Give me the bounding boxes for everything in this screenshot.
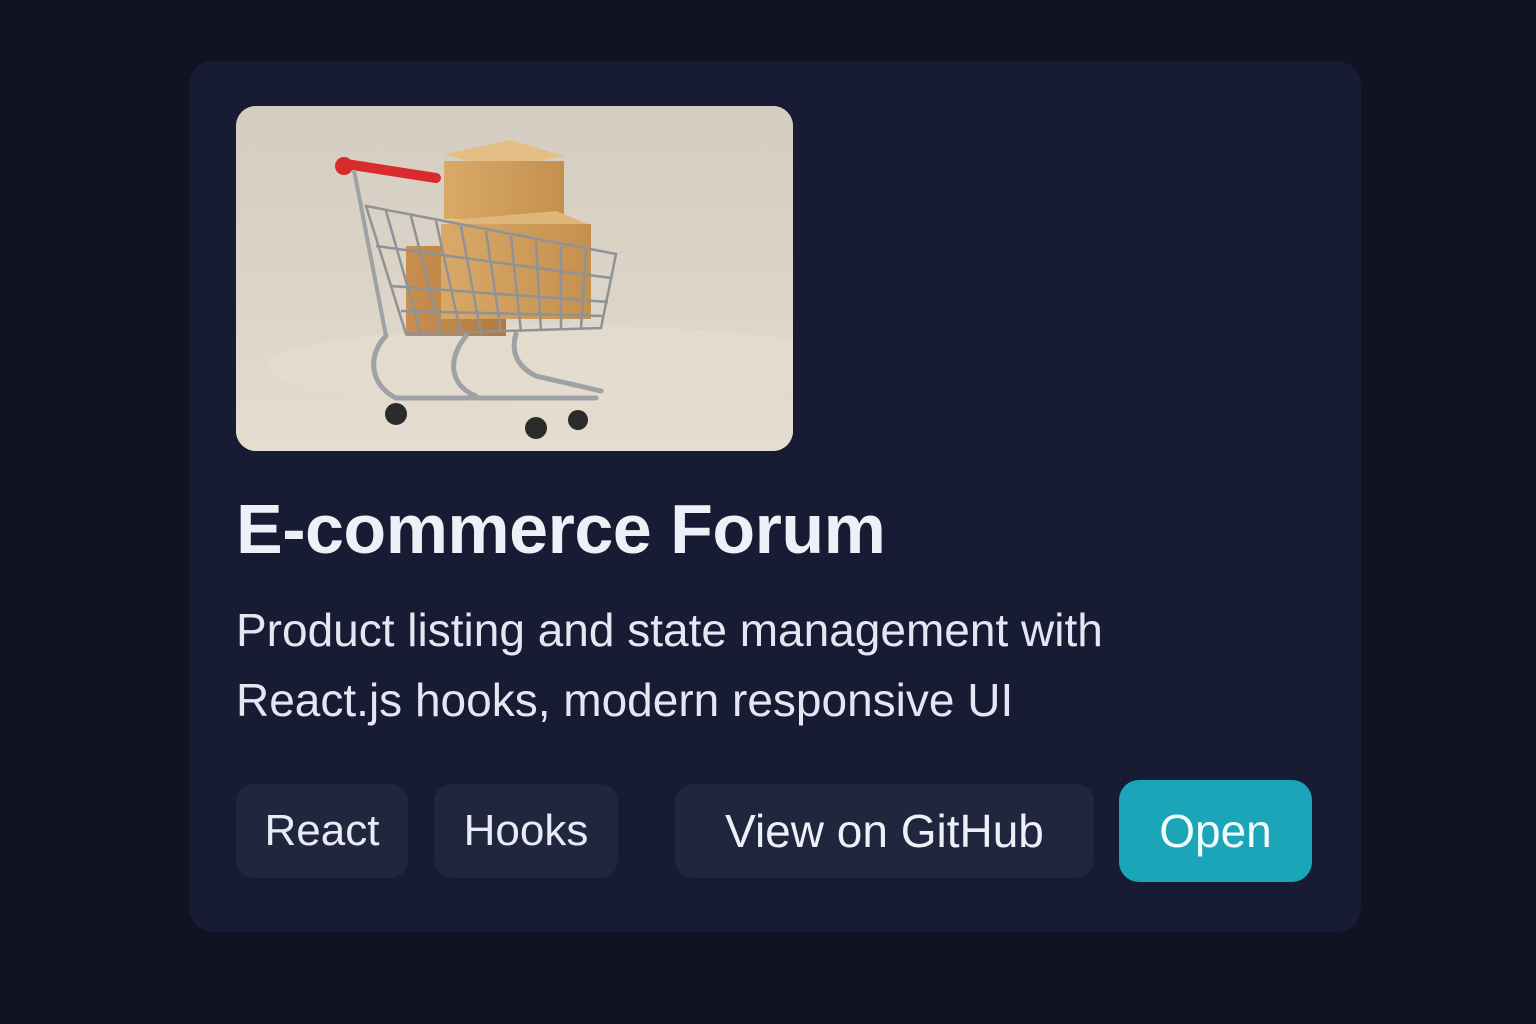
- open-button[interactable]: Open: [1119, 780, 1312, 882]
- project-description: Product listing and state management wit…: [236, 595, 1236, 735]
- description-line: React.js hooks, modern responsive UI: [236, 674, 1014, 726]
- project-thumbnail: [236, 106, 793, 451]
- project-card: E-commerce Forum Product listing and sta…: [189, 61, 1361, 932]
- description-line: Product listing and state management wit…: [236, 604, 1103, 656]
- tag-react: React: [236, 784, 408, 878]
- shopping-cart-icon: [236, 106, 793, 451]
- view-on-github-button[interactable]: View on GitHub: [675, 784, 1094, 878]
- project-title: E-commerce Forum: [236, 490, 886, 568]
- tag-hooks: Hooks: [434, 784, 618, 878]
